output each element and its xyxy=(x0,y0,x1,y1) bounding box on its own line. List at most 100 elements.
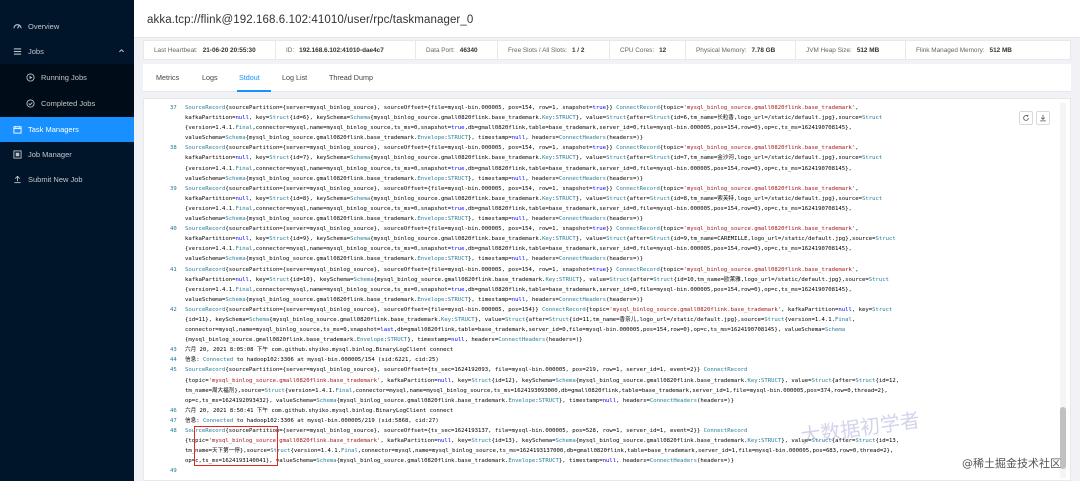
line-number xyxy=(144,254,185,264)
sidebar: Overview Jobs Running Jobs Completed Job… xyxy=(0,0,134,481)
line-number: 40 xyxy=(170,226,177,233)
download-icon xyxy=(1039,109,1047,127)
info-label: ID: xyxy=(286,46,295,54)
tab-log-list[interactable]: Log List xyxy=(282,73,307,82)
line-text: valueSchema=Schema{mysql_binlog_source.g… xyxy=(185,216,644,223)
chevron-up-icon xyxy=(118,47,125,56)
log-line: {version=1.4.1.Final,connector=mysql,nam… xyxy=(144,244,1059,254)
line-number: 41 xyxy=(170,266,177,273)
line-text: SourceRecord{sourcePartition={server=mys… xyxy=(185,226,859,233)
log-line: 42 SourceRecord{sourcePartition={server=m… xyxy=(144,305,1059,315)
sidebar-item-task-managers[interactable]: Task Managers xyxy=(0,117,134,142)
log-line: 49 xyxy=(144,466,1059,476)
tab-stdout[interactable]: Stdout xyxy=(239,73,260,82)
taskmanager-tabs: Metrics Logs Stdout Log List Thread Dump xyxy=(143,64,1071,92)
sidebar-item-completed-jobs[interactable]: Completed Jobs xyxy=(0,91,134,116)
page-title: akka.tcp://flink@192.168.6.102:41010/use… xyxy=(147,14,474,26)
line-number xyxy=(144,133,185,143)
line-number: 45 xyxy=(170,367,177,374)
line-text: kafkaPartition=null, key=Struct{id=6}, k… xyxy=(185,115,883,122)
dashboard-icon xyxy=(12,22,22,32)
log-line: tm_name=天下第一停},source=Struct{version=1.4… xyxy=(144,446,1059,456)
tab-metrics[interactable]: Metrics xyxy=(156,73,179,82)
line-number xyxy=(144,214,185,224)
sidebar-item-label: Jobs xyxy=(28,47,44,56)
line-number xyxy=(144,204,185,214)
log-line: 40 SourceRecord{sourcePartition={server=m… xyxy=(144,224,1059,234)
log-line: valueSchema=Schema{mysql_binlog_source.g… xyxy=(144,214,1059,224)
line-number xyxy=(144,376,185,386)
line-number: 42 xyxy=(170,306,177,313)
line-text: {topic='mysql_binlog_source.gmall0820fli… xyxy=(185,377,900,384)
line-text: SourceRecord{sourcePartition={server=mys… xyxy=(185,105,859,111)
upload-icon xyxy=(12,175,22,185)
info-value: 46340 xyxy=(459,46,478,54)
active-tab-indicator xyxy=(237,90,271,92)
sidebar-item-label: Overview xyxy=(28,22,60,31)
log-line: {topic='mysql_binlog_source.gmall0820fli… xyxy=(144,436,1059,446)
log-line: 39 SourceRecord{sourcePartition={server=m… xyxy=(144,184,1059,194)
tab-logs[interactable]: Logs xyxy=(202,73,218,82)
log-line: kafkaPartition=null, key=Struct{id=9}, k… xyxy=(144,234,1059,244)
info-id: ID: 192.168.6.102:41010-dae4c7 xyxy=(276,40,416,60)
line-number xyxy=(144,396,185,406)
line-text: connector=mysql,name=mysql_binlog_source… xyxy=(185,327,846,334)
info-slots: Free Slots / All Slots: 1 / 2 xyxy=(498,40,610,60)
line-number xyxy=(144,446,185,456)
info-label: Last Heartbeat: xyxy=(154,46,198,54)
line-number xyxy=(144,234,185,244)
log-line: 48 SourceRecord{sourcePartition={server=m… xyxy=(144,426,1059,436)
log-line: valueSchema=Schema{mysql_binlog_source.g… xyxy=(144,174,1059,184)
sidebar-item-job-manager[interactable]: Job Manager xyxy=(0,142,134,167)
line-number xyxy=(144,325,185,335)
sidebar-item-label: Task Managers xyxy=(28,125,79,134)
info-value: 512 MB xyxy=(989,46,1012,54)
info-managed-memory: Flink Managed Memory: 512 MB xyxy=(906,40,1070,60)
line-text: kafkaPartition=null, key=Struct{id=10}, … xyxy=(185,276,889,283)
log-line: 41 SourceRecord{sourcePartition={server=m… xyxy=(144,265,1059,275)
log-line: 43 六月 20, 2021 8:05:08 下午 com.github.shyi… xyxy=(144,345,1059,355)
info-data-port: Data Port: 46340 xyxy=(416,40,498,60)
log-line: 47 信息: Connected to hadoop102:3306 at mys… xyxy=(144,416,1059,426)
line-text: 信息: Connected to hadoop102:3306 at mysql… xyxy=(185,357,439,364)
log-line: kafkaPartition=null, key=Struct{id=8}, k… xyxy=(144,194,1059,204)
line-number xyxy=(144,436,185,446)
log-line: {topic='mysql_binlog_source.gmall0820fli… xyxy=(144,376,1059,386)
line-number: 43 xyxy=(170,347,177,354)
line-number xyxy=(144,244,185,254)
refresh-button[interactable] xyxy=(1019,111,1033,125)
line-text: kafkaPartition=null, key=Struct{id=8}, k… xyxy=(185,195,883,202)
sidebar-item-submit-new-job[interactable]: Submit New Job xyxy=(0,167,134,192)
sidebar-item-jobs[interactable]: Jobs xyxy=(0,39,134,64)
line-number xyxy=(144,315,185,325)
line-number xyxy=(144,164,185,174)
line-text: {mysql_binlog_source.gmall0820flink.base… xyxy=(185,337,583,344)
line-text: SourceRecord{sourcePartition={server=mys… xyxy=(185,266,859,273)
line-text: {version=1.4.1.Final,connector=mysql,nam… xyxy=(185,286,852,293)
stdout-log[interactable]: 37 SourceRecord{sourcePartition={server=m… xyxy=(144,103,1059,476)
log-line: valueSchema=Schema{mysql_binlog_source.g… xyxy=(144,254,1059,264)
sidebar-item-running-jobs[interactable]: Running Jobs xyxy=(0,65,134,90)
line-number: 46 xyxy=(170,407,177,414)
line-text: SourceRecord{sourcePartition={server=mys… xyxy=(185,367,748,374)
check-circle-icon xyxy=(25,99,35,109)
log-line: 46 六月 20, 2021 8:50:41 下午 com.github.shyi… xyxy=(144,406,1059,416)
sidebar-item-overview[interactable]: Overview xyxy=(0,14,134,39)
line-text: kafkaPartition=null, key=Struct{id=9}, k… xyxy=(185,236,896,243)
log-line: 45 SourceRecord{sourcePartition={server=m… xyxy=(144,365,1059,375)
info-physical-memory: Physical Memory: 7.78 GB xyxy=(686,40,796,60)
line-text: {version=1.4.1.Final,connector=mysql,nam… xyxy=(185,125,852,132)
line-text: valueSchema=Schema{mysql_binlog_source.g… xyxy=(185,296,644,303)
log-line: 44 信息: Connected to hadoop102:3306 at mys… xyxy=(144,355,1059,365)
log-line: {version=1.4.1.Final,connector=mysql,nam… xyxy=(144,123,1059,133)
line-number: 47 xyxy=(170,417,177,424)
download-button[interactable] xyxy=(1036,111,1050,125)
line-text: SourceRecord{sourcePartition={server=mys… xyxy=(185,145,859,152)
flink-dashboard: Overview Jobs Running Jobs Completed Job… xyxy=(0,0,1080,481)
tab-thread-dump[interactable]: Thread Dump xyxy=(329,73,373,82)
line-text: 六月 20, 2021 8:50:41 下午 com.github.shyiko… xyxy=(185,407,454,414)
taskmanager-info-bar: Last Heartbeat: 21-06-20 20:55:30 ID: 192.… xyxy=(143,40,1071,60)
sidebar-item-label: Completed Jobs xyxy=(41,99,96,108)
info-value: 1 / 2 xyxy=(571,46,585,54)
line-number xyxy=(144,174,185,184)
